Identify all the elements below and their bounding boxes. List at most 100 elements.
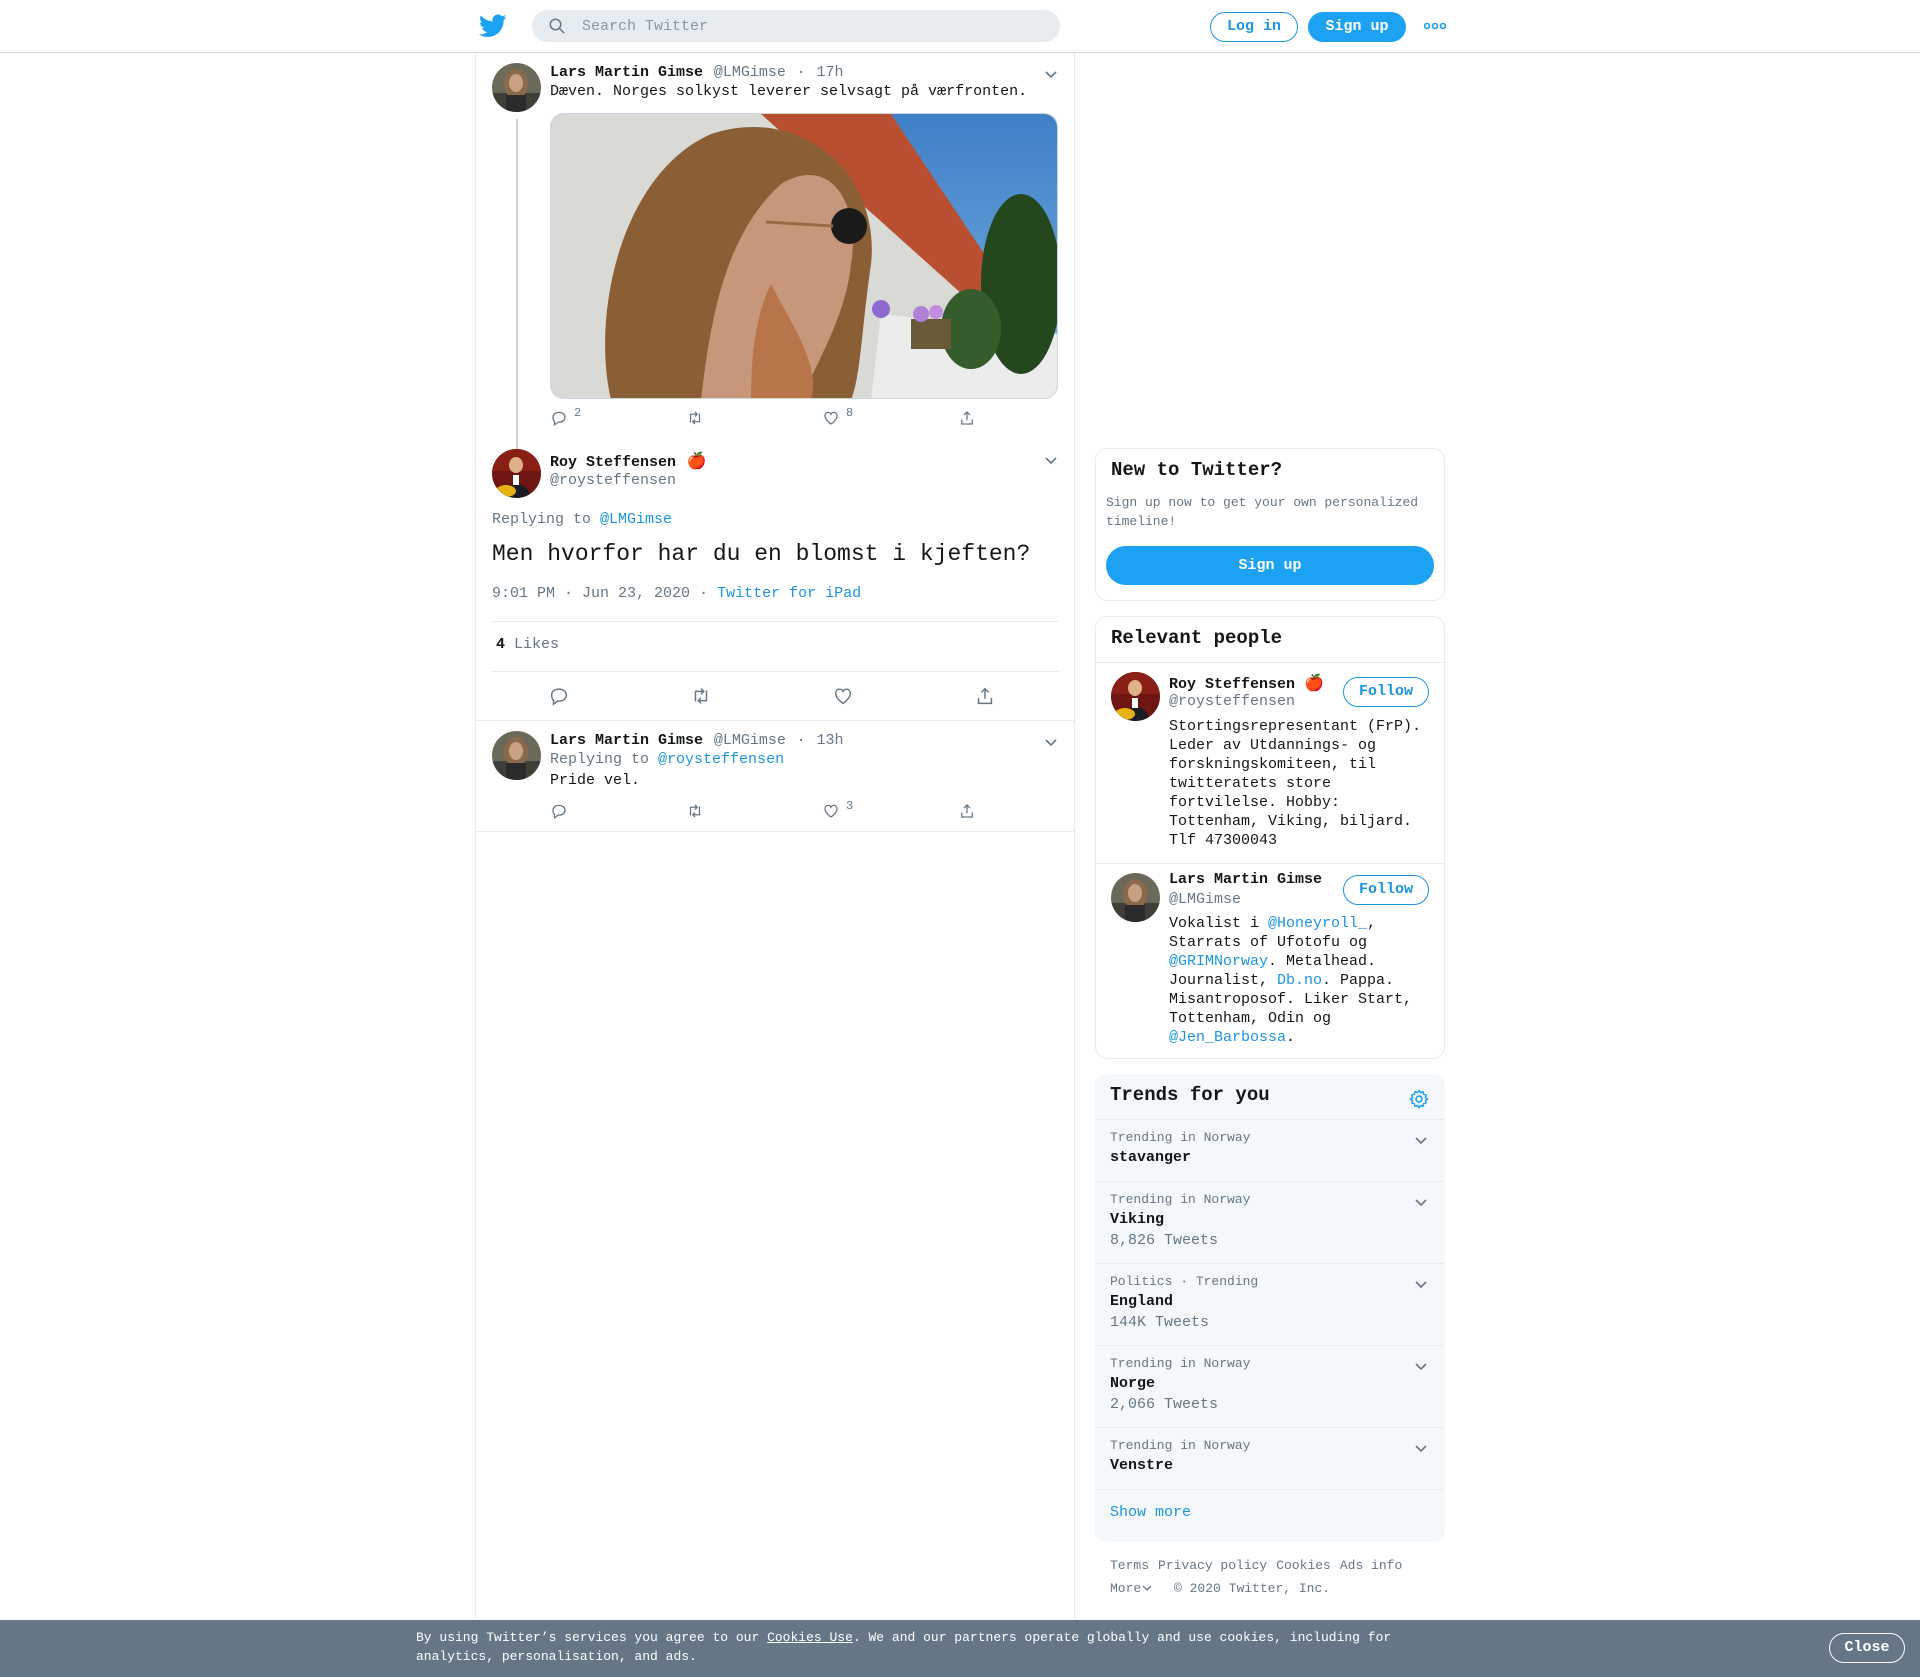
bio-url-link[interactable]: Db.no <box>1277 972 1322 989</box>
trend-item[interactable]: Trending in Norway stavanger <box>1095 1119 1445 1181</box>
author-name[interactable]: Lars Martin Gimse <box>550 732 703 749</box>
trend-item[interactable]: Politics · Trending England 144K Tweets <box>1095 1263 1445 1345</box>
likes-summary[interactable]: 4 Likes <box>496 636 559 653</box>
chevron-down-icon[interactable] <box>1413 1442 1429 1454</box>
tweet-actions <box>492 685 1059 709</box>
trend-item[interactable]: Trending in Norway Viking 8,826 Tweets <box>1095 1181 1445 1263</box>
search-input[interactable] <box>582 10 1042 42</box>
trend-item[interactable]: Trending in Norway Venstre <box>1095 1427 1445 1489</box>
tweet-time[interactable]: 13h <box>817 732 844 749</box>
reply-icon <box>552 411 566 426</box>
tweet-text: Pride vel. <box>550 772 641 789</box>
search-bar[interactable] <box>532 10 1060 42</box>
card-title: Trends for you <box>1110 1084 1270 1106</box>
separator-dot: · <box>796 732 806 749</box>
retweet-icon[interactable] <box>690 685 712 707</box>
chevron-down-icon[interactable] <box>1413 1278 1429 1290</box>
footer-more-label: More <box>1110 1581 1142 1596</box>
chevron-down-icon[interactable] <box>1413 1196 1429 1208</box>
footer-link-privacy[interactable]: Privacy policy <box>1158 1558 1267 1573</box>
tweet-source-link[interactable]: Twitter for iPad <box>717 585 861 602</box>
apple-emoji: 🍎 <box>686 451 707 470</box>
trend-name: Viking <box>1110 1211 1165 1228</box>
avatar[interactable] <box>492 449 541 498</box>
tweet-time[interactable]: 17h <box>817 64 844 81</box>
cookies-use-link[interactable]: Cookies Use <box>767 1630 853 1645</box>
trend-item[interactable]: Trending in Norway Norge 2,066 Tweets <box>1095 1345 1445 1427</box>
heart-icon <box>824 804 838 818</box>
conversation-column: Lars Martin Gimse @LMGimse · 17h Dæven. … <box>475 53 1075 1620</box>
search-icon <box>549 18 565 34</box>
login-button[interactable]: Log in <box>1210 12 1298 42</box>
footer-more-link[interactable]: More <box>1110 1581 1152 1596</box>
share-icon[interactable] <box>974 685 996 707</box>
author-handle[interactable]: @LMGimse <box>714 732 786 749</box>
person-handle[interactable]: @LMGimse <box>1169 891 1241 908</box>
tweet-photo[interactable] <box>550 113 1058 399</box>
like-count: 8 <box>846 406 854 420</box>
reply-action[interactable]: 2 <box>550 406 581 429</box>
apple-emoji: 🍎 <box>1304 673 1324 692</box>
signup-button[interactable]: Sign up <box>1308 12 1406 42</box>
person-name[interactable]: Roy Steffensen <box>1169 676 1295 693</box>
like-action[interactable]: 3 <box>822 799 853 822</box>
reply-icon[interactable] <box>548 685 570 707</box>
chevron-down-icon[interactable] <box>1413 1134 1429 1146</box>
bio-text: . <box>1286 1029 1296 1046</box>
replying-to-link[interactable]: @roysteffensen <box>658 751 784 768</box>
tweet-text: Men hvorfor har du en blomst i kjeften? <box>492 541 1031 567</box>
tweet-header: Lars Martin Gimse @LMGimse · 13h <box>550 730 844 750</box>
close-button[interactable]: Close <box>1829 1633 1905 1663</box>
retweet-action[interactable] <box>686 409 704 429</box>
bio-mention-link[interactable]: @GRIMNorway <box>1169 953 1268 970</box>
chevron-down-icon[interactable] <box>1043 454 1059 466</box>
person-handle[interactable]: @roysteffensen <box>1169 693 1295 710</box>
author-name[interactable]: Roy Steffensen <box>550 454 676 471</box>
show-more-link[interactable]: Show more <box>1110 1504 1191 1521</box>
heart-icon[interactable] <box>832 685 854 707</box>
share-icon <box>961 411 973 425</box>
footer-link-cookies[interactable]: Cookies <box>1276 1558 1331 1573</box>
gear-icon[interactable] <box>1408 1088 1430 1110</box>
separator-dot: · <box>699 585 709 602</box>
signup-button[interactable]: Sign up <box>1106 546 1434 585</box>
person-name[interactable]: Lars Martin Gimse <box>1169 871 1322 888</box>
chevron-down-icon[interactable] <box>1413 1360 1429 1372</box>
card-title: New to Twitter? <box>1111 459 1283 481</box>
footer-link-terms[interactable]: Terms <box>1110 1558 1149 1573</box>
reply-action[interactable] <box>550 802 568 822</box>
author-handle[interactable]: @LMGimse <box>714 64 786 81</box>
trend-name: stavanger <box>1110 1149 1192 1166</box>
reply-icon <box>552 804 566 819</box>
avatar[interactable] <box>492 63 541 112</box>
trend-name: Venstre <box>1110 1457 1174 1474</box>
author-handle[interactable]: @roysteffensen <box>550 472 676 489</box>
likes-label: Likes <box>514 636 560 653</box>
follow-button[interactable]: Follow <box>1343 677 1429 707</box>
twitter-bird-icon[interactable] <box>479 14 507 38</box>
replying-to-line: Replying to @roysteffensen <box>550 751 784 768</box>
trend-name: Norge <box>1110 1375 1156 1392</box>
tweet-timestamp[interactable]: 9:01 PM · Jun 23, 2020 <box>492 585 690 602</box>
share-action[interactable] <box>958 409 976 429</box>
person-name-row: Roy Steffensen 🍎 <box>1169 673 1324 693</box>
trend-context: Trending in Norway <box>1110 1192 1251 1207</box>
bio-mention-link[interactable]: @Jen_Barbossa <box>1169 1029 1286 1046</box>
more-dots-icon[interactable] <box>1424 20 1446 32</box>
avatar[interactable] <box>1111 873 1160 922</box>
like-action[interactable]: 8 <box>822 406 854 429</box>
retweet-action[interactable] <box>686 802 704 822</box>
avatar[interactable] <box>492 731 541 780</box>
avatar[interactable] <box>1111 672 1160 721</box>
chevron-down-icon[interactable] <box>1043 736 1059 748</box>
chevron-down-icon[interactable] <box>1043 68 1059 80</box>
retweet-icon <box>689 411 701 425</box>
follow-button[interactable]: Follow <box>1343 875 1429 905</box>
replying-to-link[interactable]: @LMGimse <box>600 511 672 528</box>
author-name[interactable]: Lars Martin Gimse <box>550 64 703 81</box>
trend-name: England <box>1110 1293 1174 1310</box>
share-action[interactable] <box>958 802 976 822</box>
trend-context: Politics · Trending <box>1110 1274 1259 1289</box>
footer-link-ads-info[interactable]: Ads info <box>1340 1558 1402 1573</box>
bio-mention-link[interactable]: @Honeyroll_ <box>1268 915 1367 932</box>
